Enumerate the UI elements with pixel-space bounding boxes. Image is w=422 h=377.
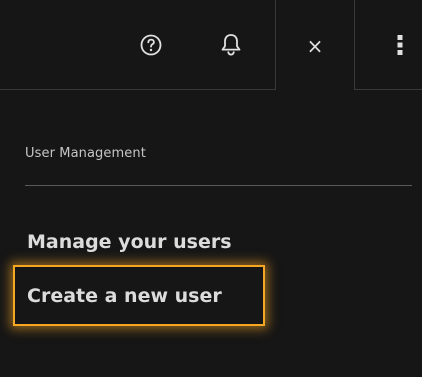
overflow-menu-vertical-icon: [397, 35, 403, 55]
section-divider: [25, 185, 412, 186]
close-panel-button[interactable]: ×: [275, 0, 355, 91]
help-button[interactable]: [124, 0, 178, 90]
manage-users-link[interactable]: Manage your users: [27, 231, 232, 253]
help-icon: [140, 34, 162, 56]
user-management-panel: User Management Manage your users Create…: [0, 90, 422, 377]
top-header-bar: ×: [0, 0, 422, 91]
create-user-link[interactable]: Create a new user: [27, 285, 222, 307]
app-page: × User Management Manage your users Crea…: [0, 0, 422, 377]
section-title: User Management: [25, 146, 146, 161]
close-icon: ×: [306, 33, 324, 58]
overflow-menu-button[interactable]: [378, 0, 422, 90]
bell-icon: [221, 34, 241, 56]
notifications-button[interactable]: [203, 0, 259, 90]
